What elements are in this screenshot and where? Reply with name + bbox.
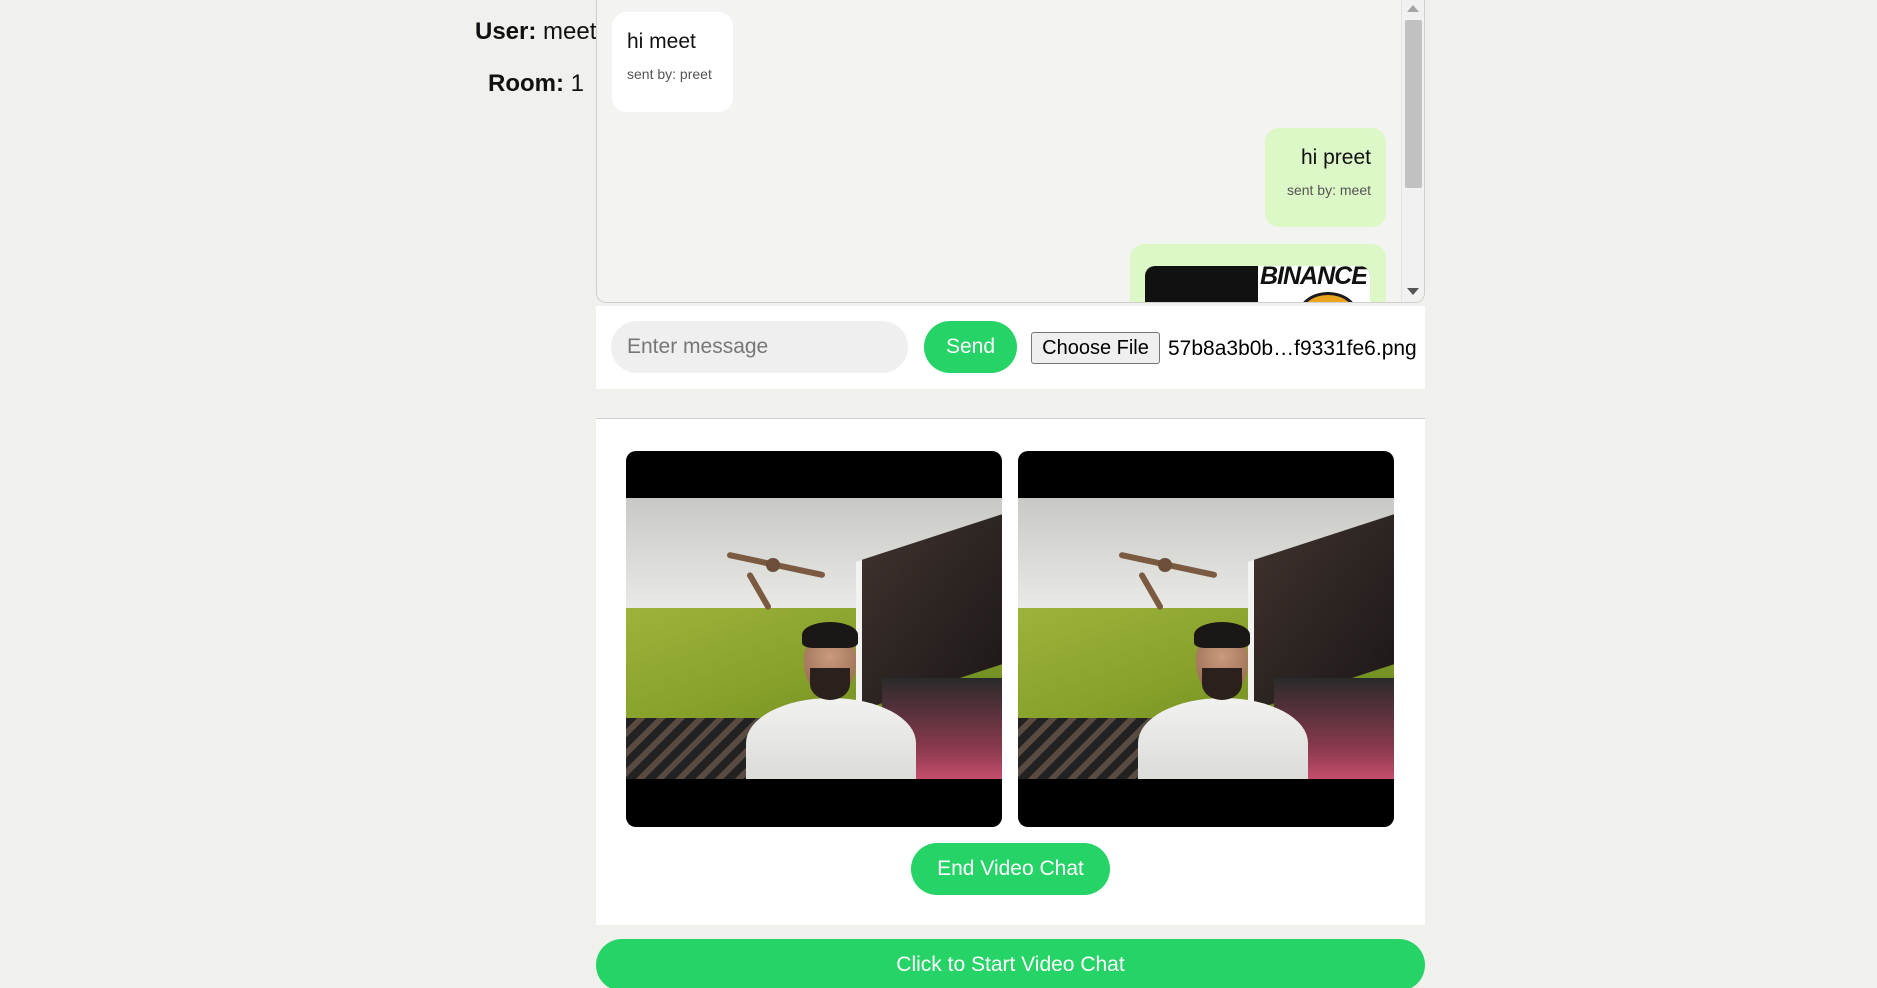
- image-banner: BINANCE: [1258, 266, 1370, 302]
- send-button[interactable]: Send: [924, 321, 1017, 373]
- message-image-outgoing[interactable]: BINANCE: [1130, 244, 1386, 302]
- user-value: meet: [543, 18, 597, 45]
- message-text: hi meet: [627, 30, 696, 53]
- start-video-chat-button[interactable]: Click to Start Video Chat: [596, 939, 1425, 988]
- message-input[interactable]: [611, 321, 908, 373]
- chat-messages[interactable]: hi meet sent by: preet hi preet sent by:…: [596, 0, 1425, 303]
- shared-image[interactable]: BINANCE: [1145, 266, 1370, 302]
- video-chat-panel: End Video Chat: [596, 418, 1425, 925]
- selected-file-name: 57b8a3b0b…f9331fe6.png: [1168, 337, 1417, 360]
- message-outgoing: hi preet sent by: meet: [1265, 128, 1386, 227]
- chat-scrollbar[interactable]: [1401, 0, 1424, 302]
- room-info: Room: 1: [488, 70, 584, 98]
- scroll-down-icon[interactable]: [1407, 288, 1419, 295]
- message-incoming: hi meet sent by: preet: [612, 12, 733, 112]
- image-banner-text: BINANCE: [1260, 266, 1368, 290]
- scrollbar-thumb[interactable]: [1405, 20, 1422, 188]
- choose-file-button[interactable]: Choose File: [1031, 332, 1160, 364]
- remote-video: [1018, 451, 1394, 827]
- message-sender: sent by: preet: [627, 66, 712, 82]
- user-label: User:: [475, 18, 537, 45]
- video-frame: [626, 498, 1002, 779]
- scroll-up-icon[interactable]: [1407, 5, 1419, 12]
- end-video-chat-button[interactable]: End Video Chat: [911, 843, 1110, 895]
- message-text: hi preet: [1300, 146, 1371, 169]
- page: User: meet Room: 1 hi meet sent by: pree…: [0, 0, 1877, 988]
- room-label: Room:: [488, 70, 564, 97]
- message-sender: sent by: meet: [1286, 182, 1371, 198]
- room-value: 1: [570, 70, 585, 97]
- user-info: User: meet: [475, 18, 596, 46]
- local-video: [626, 451, 1002, 827]
- video-frame: [1018, 498, 1394, 779]
- coin-graphic: [1298, 292, 1358, 302]
- message-composer: Send Choose File 57b8a3b0b…f9331fe6.png: [596, 306, 1425, 389]
